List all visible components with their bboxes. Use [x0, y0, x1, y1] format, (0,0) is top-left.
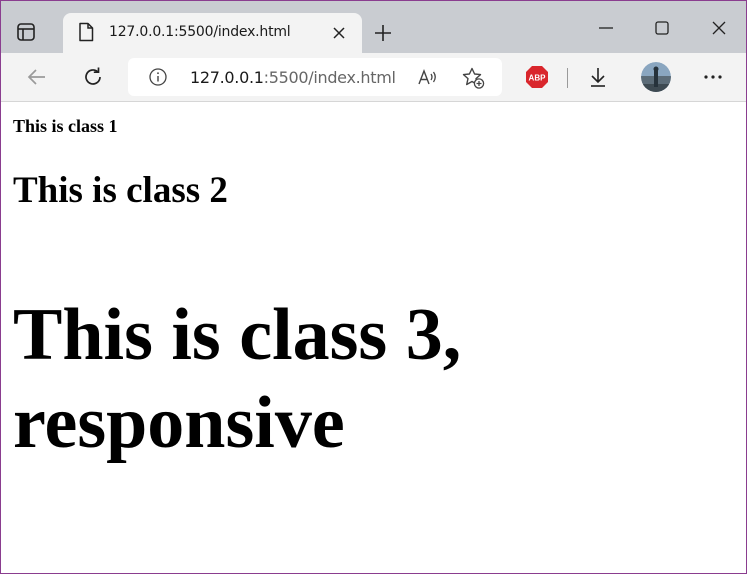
back-arrow-icon[interactable] — [25, 65, 49, 89]
browser-toolbar: 127.0.0.1:5500/index.html ABP — [1, 53, 746, 102]
minimize-icon[interactable] — [595, 17, 617, 39]
new-tab-plus-icon[interactable] — [372, 22, 394, 44]
url-host: 127.0.0.1 — [190, 68, 264, 87]
url-path: :5500/index.html — [263, 68, 396, 87]
adblock-plus-icon[interactable]: ABP — [525, 65, 549, 89]
info-icon[interactable] — [148, 67, 168, 87]
class1-text: This is class 1 — [13, 116, 118, 136]
tab-active[interactable]: 127.0.0.1:5500/index.html — [63, 13, 362, 53]
tab-actions-icon[interactable] — [15, 21, 37, 43]
tab-strip: 127.0.0.1:5500/index.html — [1, 1, 746, 53]
class3-responsive-heading: This is class 3, responsive — [13, 294, 462, 464]
address-bar[interactable]: 127.0.0.1:5500/index.html — [128, 58, 502, 96]
download-icon[interactable] — [586, 65, 610, 89]
toolbar-divider — [567, 68, 568, 88]
avatar[interactable] — [641, 62, 671, 92]
tab-title: 127.0.0.1:5500/index.html — [109, 24, 291, 40]
close-window-icon[interactable] — [708, 17, 730, 39]
url-text[interactable]: 127.0.0.1:5500/index.html — [190, 68, 396, 87]
more-options-icon[interactable] — [701, 65, 725, 89]
browser-window: 127.0.0.1:5500/index.html 127.0.0.1:5500… — [0, 0, 747, 574]
add-favorite-icon[interactable] — [461, 66, 485, 90]
reload-icon[interactable] — [81, 65, 105, 89]
class2-heading: This is class 2 — [13, 170, 228, 211]
close-tab-icon[interactable] — [331, 25, 347, 41]
maximize-icon[interactable] — [651, 17, 673, 39]
page-content: This is class 1 This is class 2 This is … — [1, 103, 746, 573]
document-icon — [77, 22, 95, 42]
svg-text:ABP: ABP — [529, 74, 547, 83]
read-aloud-icon[interactable] — [416, 66, 438, 88]
